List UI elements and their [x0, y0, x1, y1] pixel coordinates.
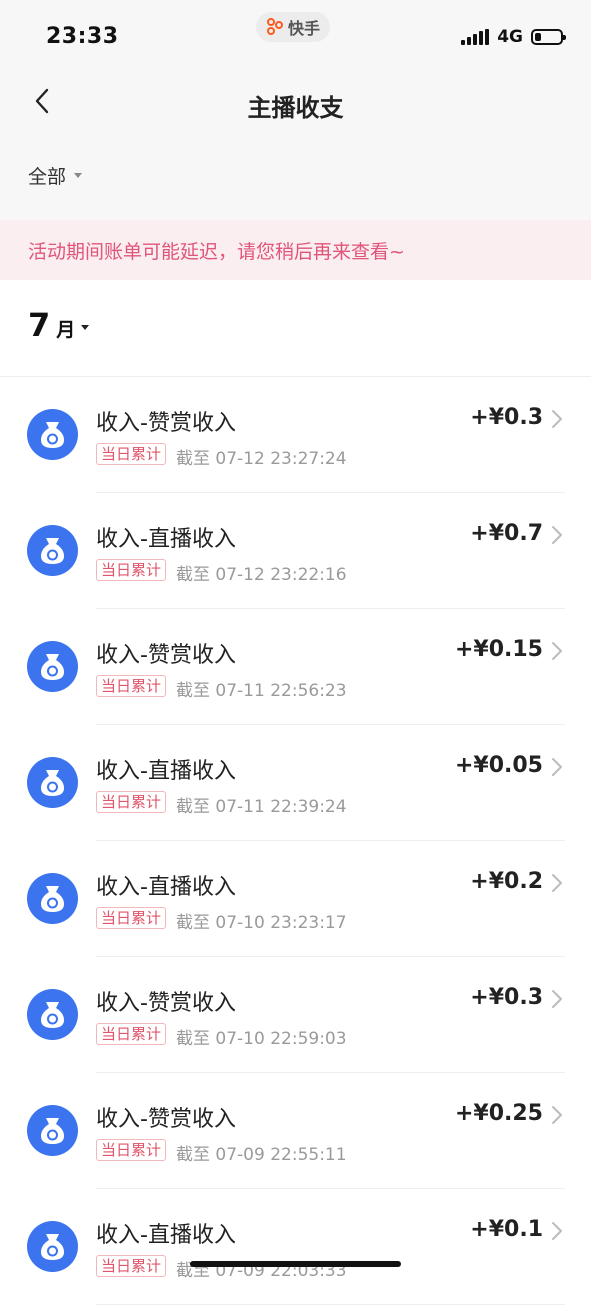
money-bag-icon	[27, 1221, 78, 1272]
daily-total-tag: 当日累计	[96, 1139, 167, 1161]
transaction-time: 截至 07-11 22:39:24	[176, 797, 347, 817]
battery-icon	[531, 29, 566, 45]
transaction-row[interactable]: 收入-直播收入 当日累计 截至 07-12 23:22:16 +¥0.7	[0, 493, 591, 609]
chevron-right-icon	[552, 758, 562, 776]
money-bag-icon	[27, 641, 78, 692]
daily-total-tag: 当日累计	[96, 675, 167, 697]
transaction-amount: +¥0.25	[454, 1101, 543, 1126]
chevron-right-icon	[552, 526, 562, 544]
chevron-right-icon	[552, 874, 562, 892]
money-bag-icon	[27, 757, 78, 808]
status-time: 23:33	[46, 24, 119, 49]
chevron-right-icon	[552, 990, 562, 1008]
transaction-amount: +¥0.15	[454, 637, 543, 662]
transaction-amount: +¥0.1	[470, 1217, 543, 1242]
daily-total-tag: 当日累计	[96, 443, 167, 465]
transaction-title: 收入-直播收入	[96, 527, 236, 552]
transaction-amount: +¥0.3	[470, 985, 543, 1010]
daily-total-tag: 当日累计	[96, 1023, 167, 1045]
month-number: 7	[28, 306, 51, 344]
money-bag-icon	[27, 989, 78, 1040]
transaction-row[interactable]: 收入-直播收入 当日累计 截至 07-11 22:39:24 +¥0.05	[0, 725, 591, 841]
transaction-row[interactable]: 收入-直播收入 当日累计 截至 07-09 22:03:33 +¥0.1	[0, 1189, 591, 1305]
chevron-right-icon	[552, 642, 562, 660]
money-bag-icon	[27, 873, 78, 924]
notice-text: 活动期间账单可能延迟，请您稍后再来查看~	[28, 240, 405, 263]
caret-down-icon	[81, 324, 90, 330]
transaction-row[interactable]: 收入-赞赏收入 当日累计 截至 07-10 22:59:03 +¥0.3	[0, 957, 591, 1073]
signal-icon	[461, 29, 490, 45]
home-indicator[interactable]	[190, 1261, 401, 1267]
transaction-title: 收入-赞赏收入	[96, 1107, 236, 1132]
transaction-time: 截至 07-12 23:27:24	[176, 449, 347, 469]
transaction-title: 收入-直播收入	[96, 759, 236, 784]
status-indicators: 4G	[461, 27, 566, 47]
transaction-title: 收入-赞赏收入	[96, 643, 236, 668]
kuaishou-logo-icon	[266, 18, 284, 36]
filter-label: 全部	[28, 166, 67, 188]
app-name: 快手	[288, 19, 321, 38]
transaction-amount: +¥0.7	[470, 521, 543, 546]
page-title: 主播收支	[247, 94, 344, 122]
transaction-time: 截至 07-11 22:56:23	[176, 681, 347, 701]
transaction-row[interactable]: 收入-赞赏收入 当日累计 截至 07-09 22:55:11 +¥0.25	[0, 1073, 591, 1189]
daily-total-tag: 当日累计	[96, 1255, 167, 1277]
transaction-row[interactable]: 收入-赞赏收入 当日累计 截至 07-11 22:56:23 +¥0.15	[0, 609, 591, 725]
transaction-amount: +¥0.2	[470, 869, 543, 894]
chevron-right-icon	[552, 410, 562, 428]
daily-total-tag: 当日累计	[96, 559, 167, 581]
transaction-title: 收入-直播收入	[96, 1223, 236, 1248]
daily-total-tag: 当日累计	[96, 791, 167, 813]
network-type: 4G	[497, 27, 523, 47]
money-bag-icon	[27, 525, 78, 576]
transaction-time: 截至 07-12 23:22:16	[176, 565, 347, 585]
transaction-title: 收入-直播收入	[96, 875, 236, 900]
chevron-right-icon	[552, 1222, 562, 1240]
money-bag-icon	[27, 409, 78, 460]
app-indicator: 快手	[256, 12, 331, 42]
transaction-amount: +¥0.05	[454, 753, 543, 778]
transaction-time: 截至 07-09 22:03:33	[176, 1261, 347, 1281]
money-bag-icon	[27, 1105, 78, 1156]
transaction-time: 截至 07-09 22:55:11	[176, 1145, 347, 1165]
transaction-list: 收入-赞赏收入 当日累计 截至 07-12 23:27:24 +¥0.3 收入-…	[0, 377, 591, 1305]
filter-dropdown[interactable]: 全部	[28, 162, 83, 189]
transaction-title: 收入-赞赏收入	[96, 411, 236, 436]
caret-down-icon	[74, 173, 83, 178]
transaction-time: 截至 07-10 23:23:17	[176, 913, 347, 933]
daily-total-tag: 当日累计	[96, 907, 167, 929]
month-selector[interactable]: 7 月	[28, 306, 90, 344]
transaction-row[interactable]: 收入-赞赏收入 当日累计 截至 07-12 23:27:24 +¥0.3	[0, 377, 591, 493]
chevron-right-icon	[552, 1106, 562, 1124]
transaction-amount: +¥0.3	[470, 405, 543, 430]
transaction-row[interactable]: 收入-直播收入 当日累计 截至 07-10 23:23:17 +¥0.2	[0, 841, 591, 957]
transaction-title: 收入-赞赏收入	[96, 991, 236, 1016]
transaction-time: 截至 07-10 22:59:03	[176, 1029, 347, 1049]
notice-banner: 活动期间账单可能延迟，请您稍后再来查看~	[0, 220, 591, 280]
month-unit: 月	[56, 319, 76, 341]
